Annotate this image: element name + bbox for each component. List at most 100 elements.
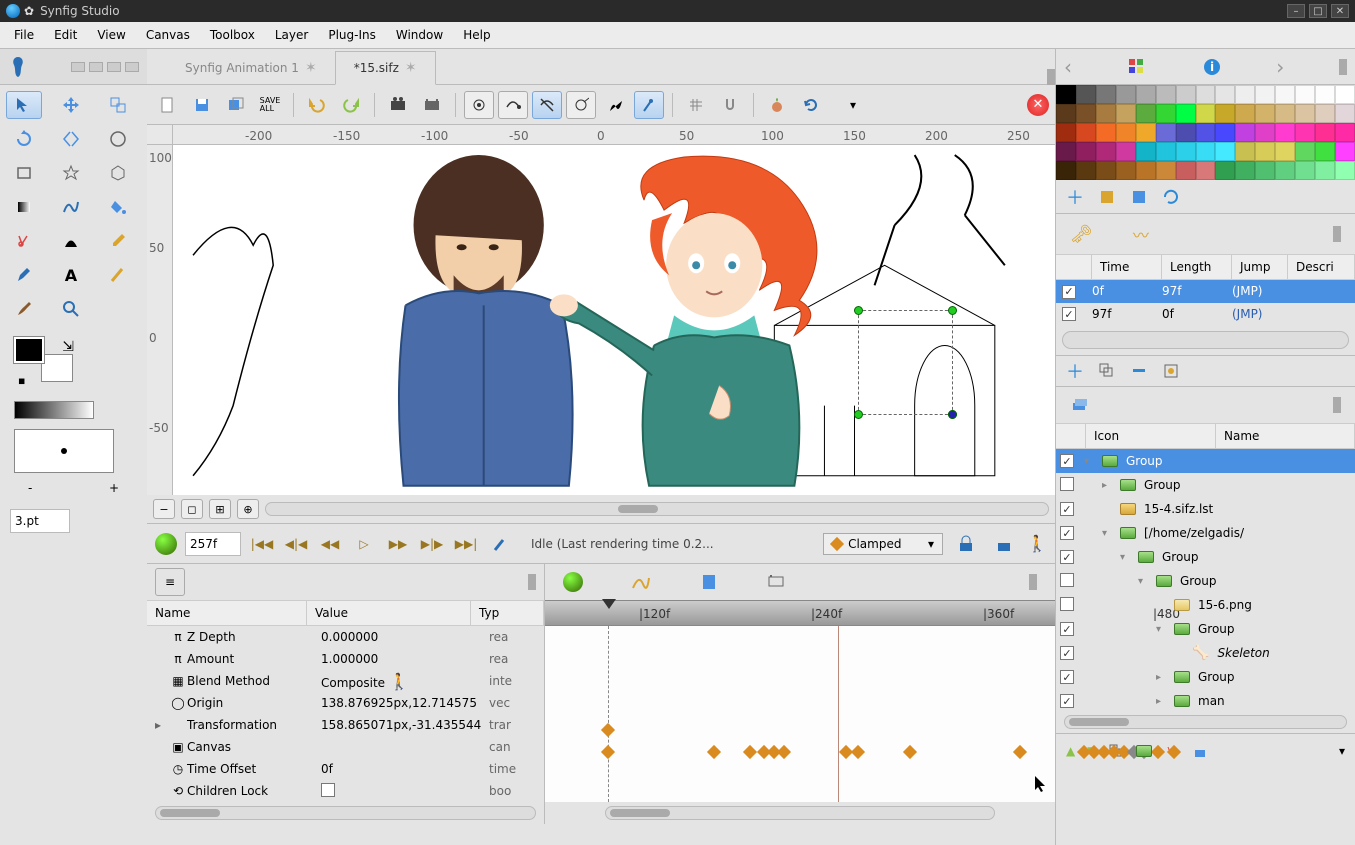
animate-mode-icon[interactable] [155,533,177,555]
palette-swatch[interactable] [1295,85,1315,104]
param-row[interactable]: ▦Blend MethodComposite🚶inte [147,670,544,692]
layer-menu-icon[interactable]: ▾ [1339,744,1345,758]
sets-tab-icon[interactable]: 〰 [1133,222,1149,246]
palette-swatch[interactable] [1056,142,1076,161]
nav-next-icon[interactable]: › [1276,55,1284,79]
palette-swatch[interactable] [1295,104,1315,123]
dropdown-arrow-icon[interactable]: ▾ [838,91,868,119]
star-tool[interactable] [53,159,89,187]
animate-man-icon[interactable]: 🚶 [1027,534,1047,553]
palette-swatch[interactable] [1335,142,1355,161]
palette-swatch[interactable] [1056,161,1076,180]
param-row[interactable]: ▸Transformation158.865071px,-31.435544tr… [147,714,544,736]
params-scrollbar[interactable] [155,806,536,820]
polygon-tool[interactable] [100,159,136,187]
zoom-reset-button[interactable]: ◻ [181,499,203,519]
palette-swatch[interactable] [1096,85,1116,104]
palette-swatch[interactable] [1215,123,1235,142]
palette-swatch[interactable] [1176,123,1196,142]
keyframe-properties-icon[interactable] [1162,362,1180,380]
param-row[interactable]: ◯Origin138.876925px,12.714575vec [147,692,544,714]
preview-icon[interactable] [417,91,447,119]
palette-swatch[interactable] [1315,142,1335,161]
layer-row[interactable]: ✓🦴Skeleton [1056,641,1355,665]
tab-15-sifz[interactable]: *15.sifz✶ [335,51,436,85]
layer-up-icon[interactable]: ▲ [1066,744,1075,758]
transform-tool[interactable] [6,91,42,119]
palette-swatch[interactable] [1176,142,1196,161]
palette-swatch[interactable] [1235,104,1255,123]
palette-swatch[interactable] [1335,161,1355,180]
layer-row[interactable]: ▸Group [1056,473,1355,497]
close-window-button[interactable]: ✕ [1331,4,1349,18]
palette-swatch[interactable] [1315,85,1335,104]
brush-decrease[interactable]: - [28,481,32,495]
palette-swatch[interactable] [1076,85,1096,104]
palette-swatch[interactable] [1215,142,1235,161]
onion-skin-icon[interactable] [762,91,792,119]
palette-swatch[interactable] [1275,142,1295,161]
palette-swatch[interactable] [1116,85,1136,104]
nav-prev-icon[interactable]: ‹ [1064,55,1072,79]
palette-swatch[interactable] [1315,104,1335,123]
draw-tool[interactable] [6,261,42,289]
palette-swatch[interactable] [1275,161,1295,180]
stop-render-button[interactable]: ✕ [1027,94,1049,116]
play-icon[interactable]: ▷ [351,533,377,555]
spline-tool[interactable] [53,193,89,221]
next-keyframe-icon[interactable]: ▶|▶ [419,533,445,555]
guides-toggle[interactable] [634,91,664,119]
palette-swatch[interactable] [1156,104,1176,123]
zoom-fit-button[interactable]: ⊞ [209,499,231,519]
selection-box[interactable] [858,310,953,415]
curves-tab-icon[interactable] [631,572,651,592]
layers-scrollbar[interactable] [1064,715,1347,729]
palette-swatch[interactable] [1295,161,1315,180]
palette-swatch[interactable] [1215,85,1235,104]
menu-help[interactable]: Help [453,24,500,46]
current-frame-input[interactable] [185,532,241,556]
menu-layer[interactable]: Layer [265,24,318,46]
keyframes-tab-icon[interactable]: 🗝 [1070,224,1093,245]
palette-swatch[interactable] [1255,123,1275,142]
menu-canvas[interactable]: Canvas [136,24,200,46]
layer-row[interactable]: ✓▸Group [1056,665,1355,689]
palette-swatch[interactable] [1196,161,1216,180]
param-row[interactable]: πZ Depth0.000000rea [147,626,544,648]
palette-swatch[interactable] [1235,161,1255,180]
palette-swatch[interactable] [1235,85,1255,104]
refresh-icon[interactable] [796,91,826,119]
tab-synfig-animation-1[interactable]: Synfig Animation 1✶ [167,52,335,84]
gradient-preview[interactable] [14,401,94,419]
text-tool[interactable]: A [53,261,89,289]
palette-swatch[interactable] [1116,142,1136,161]
palette-swatch[interactable] [1136,123,1156,142]
prev-keyframe-icon[interactable]: ◀|◀ [283,533,309,555]
close-icon[interactable]: ✶ [405,60,417,76]
width-tool[interactable] [53,227,89,255]
rotate-tool[interactable] [6,125,42,153]
minimize-button[interactable]: – [1287,4,1305,18]
palette-swatch[interactable] [1116,104,1136,123]
fill-tool[interactable] [100,193,136,221]
palette-swatch[interactable] [1176,85,1196,104]
palette-swatch[interactable] [1315,161,1335,180]
rectangle-tool[interactable] [6,159,42,187]
palette-swatch[interactable] [1116,123,1136,142]
color-swatches[interactable]: ⇲ ◾ [14,337,74,387]
palette-swatch[interactable] [1335,104,1355,123]
palette-add-icon[interactable]: ＋ [1066,184,1084,210]
palette-swatch[interactable] [1255,161,1275,180]
vertical-ruler[interactable]: 100 50 0 -50 [147,145,173,495]
maximize-button[interactable]: □ [1309,4,1327,18]
palette-refresh-icon[interactable] [1162,188,1180,206]
interpolation-select[interactable]: Clamped ▾ [823,533,943,555]
palette-tab-icon[interactable] [1127,57,1147,77]
palette-swatch[interactable] [1056,85,1076,104]
param-row[interactable]: ▣Canvascan [147,736,544,758]
palette-swatch[interactable] [1235,142,1255,161]
palette-swatch[interactable] [1196,104,1216,123]
metadata-tab-icon[interactable] [767,572,787,592]
redo-icon[interactable] [336,91,366,119]
palette-swatch[interactable] [1196,123,1216,142]
